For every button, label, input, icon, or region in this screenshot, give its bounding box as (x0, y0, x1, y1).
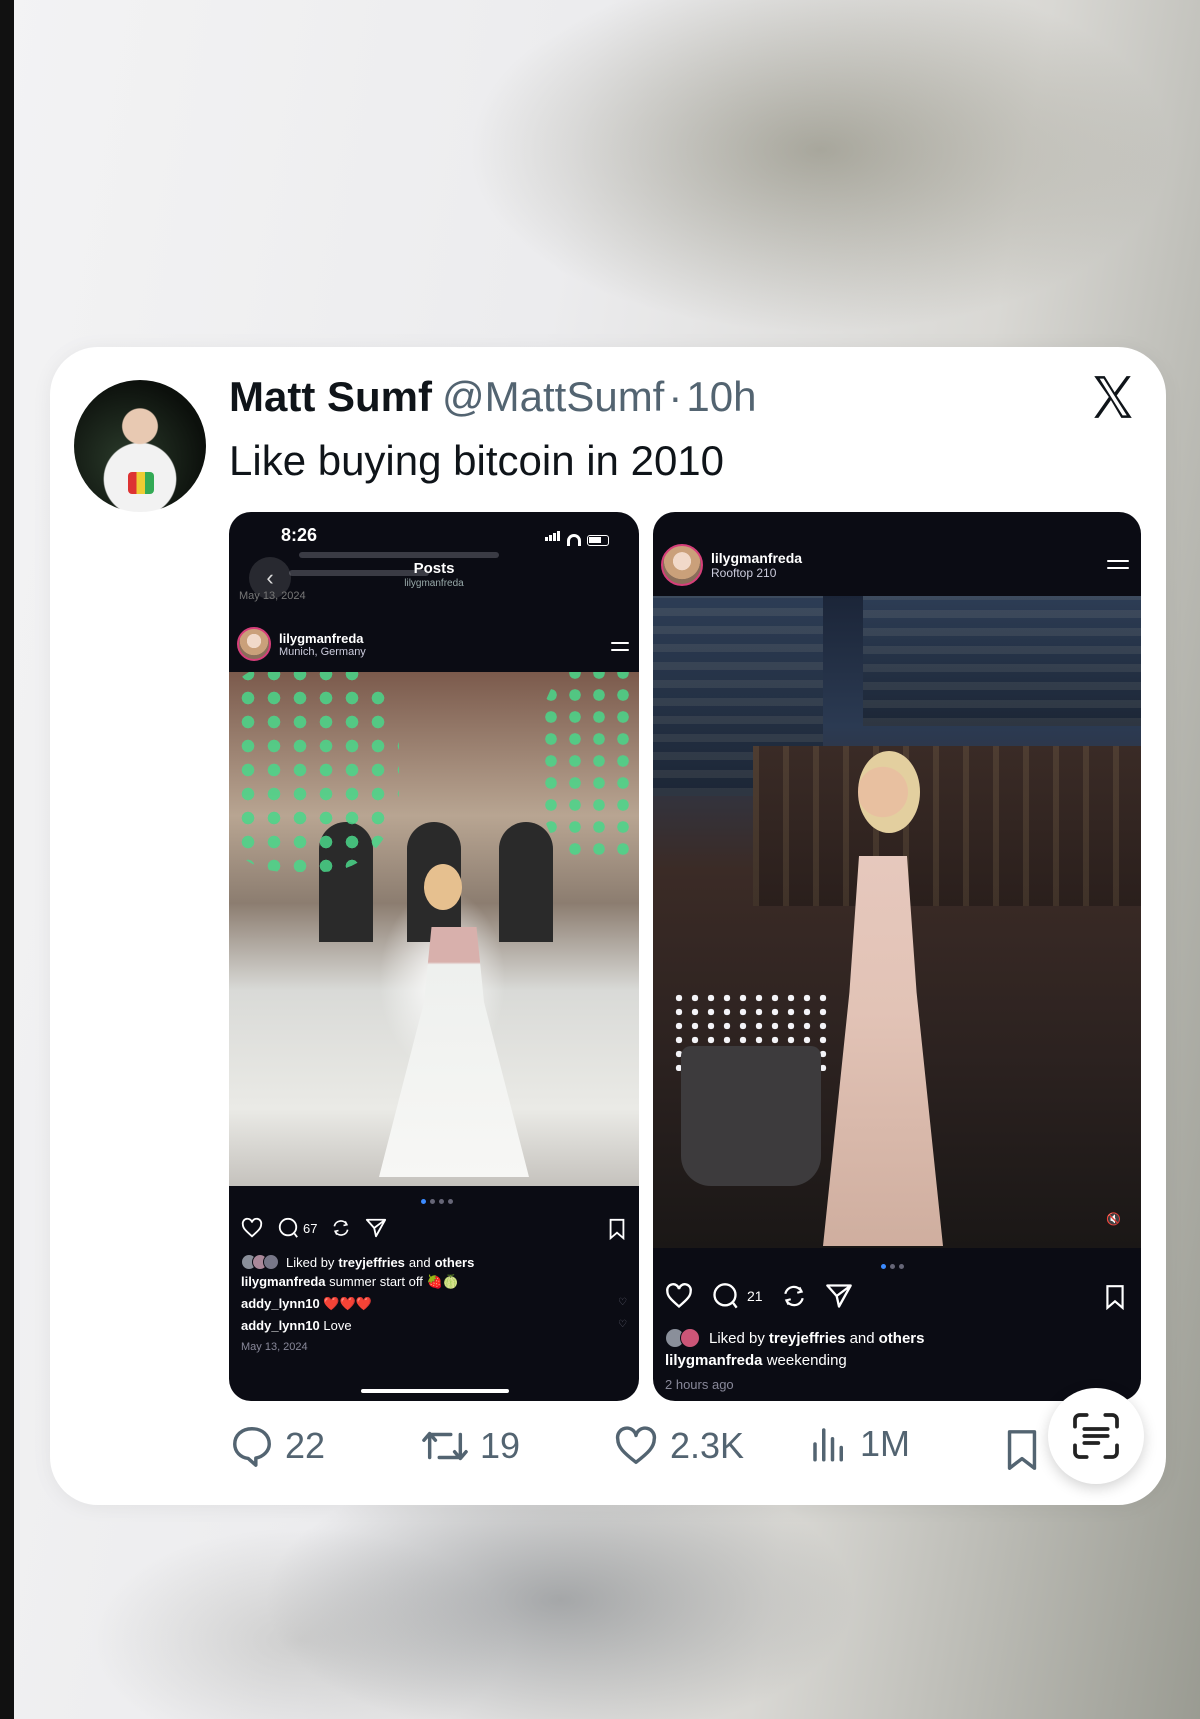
comment-count: 67 (303, 1220, 318, 1236)
heart-icon[interactable] (665, 1282, 693, 1310)
post-header: lilygmanfreda Rooftop 210 (661, 544, 802, 586)
post-photo (229, 672, 639, 1186)
like-count: 2.3K (670, 1425, 745, 1466)
comment-like-icon[interactable]: ♡ (618, 1319, 627, 1330)
faint-date: May 13, 2024 (239, 590, 306, 602)
like-button[interactable]: 2.3K (612, 1423, 744, 1469)
battery-icon (587, 535, 609, 546)
action-row: 67 (241, 1217, 387, 1239)
repost-icon[interactable] (781, 1283, 807, 1309)
carousel-dots (421, 1199, 453, 1204)
post-date: May 13, 2024 (241, 1341, 308, 1353)
scan-text-button[interactable] (1048, 1388, 1144, 1484)
views-icon (813, 1428, 843, 1462)
post-avatar[interactable] (661, 544, 703, 586)
action-row: 21 (665, 1282, 853, 1310)
bookmark-icon[interactable] (607, 1218, 627, 1240)
separator-dot: · (668, 373, 683, 420)
comment-like-icon[interactable]: ♡ (618, 1297, 627, 1308)
post-photo: 🔇 (653, 596, 1141, 1248)
repost-icon[interactable] (331, 1218, 351, 1238)
right-screenshot: lilygmanfreda Rooftop 210 🔇 21 Liked by … (653, 512, 1141, 1401)
reply-icon (233, 1427, 271, 1467)
post-username[interactable]: lilygmanfreda (711, 550, 802, 566)
comment-count: 21 (747, 1288, 763, 1304)
view-count: 1M (860, 1423, 911, 1464)
author-name[interactable]: Matt Sumf (229, 373, 432, 420)
scan-text-icon (1073, 1413, 1119, 1459)
reply-count: 22 (285, 1425, 326, 1466)
posts-title: Posts (413, 560, 455, 577)
repost-count: 19 (480, 1425, 521, 1466)
mute-icon[interactable]: 🔇 (1106, 1212, 1121, 1226)
post-avatar[interactable] (237, 627, 271, 661)
wifi-icon (567, 534, 581, 546)
status-icons (545, 528, 609, 546)
menu-icon[interactable] (611, 642, 629, 656)
like-icon (615, 1426, 657, 1465)
author-avatar[interactable] (74, 380, 206, 512)
tweet-time[interactable]: 10h (686, 373, 756, 420)
comment-icon[interactable] (277, 1217, 299, 1239)
bookmark-icon[interactable] (1000, 1427, 1044, 1473)
comment-2: addy_lynn10 Love (241, 1318, 352, 1333)
tweet-header: Matt Sumf @MattSumf·10h (229, 373, 756, 421)
post-location[interactable]: Munich, Germany (279, 646, 366, 658)
repost-icon (422, 1431, 468, 1461)
share-icon[interactable] (825, 1282, 853, 1310)
post-time: 2 hours ago (665, 1377, 734, 1392)
reply-button[interactable]: 22 (229, 1423, 325, 1469)
repost-button[interactable]: 19 (420, 1423, 520, 1469)
comment-1: addy_lynn10 ❤️❤️❤️ (241, 1296, 372, 1311)
posts-subtitle: lilygmanfreda (404, 578, 464, 589)
tweet-text: Like buying bitcoin in 2010 (229, 437, 725, 484)
left-screenshot: 8:26 ‹ Posts lilygmanfreda May 13, 2024 … (229, 512, 639, 1401)
carousel-dots (881, 1264, 904, 1269)
share-icon[interactable] (365, 1217, 387, 1239)
bookmark-icon[interactable] (1103, 1284, 1127, 1310)
menu-icon[interactable] (1107, 560, 1129, 574)
author-handle[interactable]: @MattSumf (442, 373, 664, 420)
post-caption: lilygmanfreda summer start off 🍓🍈 (241, 1274, 459, 1289)
left-edge-strip (0, 0, 14, 1719)
liked-by: Liked by treyjeffries and others (665, 1328, 924, 1348)
post-location[interactable]: Rooftop 210 (711, 566, 802, 580)
views-button[interactable]: 1M (808, 1423, 910, 1465)
post-header: lilygmanfreda Munich, Germany (237, 627, 366, 661)
post-username[interactable]: lilygmanfreda (279, 631, 366, 646)
heart-icon[interactable] (241, 1217, 263, 1239)
status-time: 8:26 (281, 525, 318, 545)
x-logo-icon (1094, 376, 1132, 418)
liked-by: Liked by treyjeffries and others (241, 1254, 474, 1270)
home-indicator (361, 1389, 509, 1393)
post-caption: lilygmanfreda weekending (665, 1352, 847, 1369)
comment-icon[interactable] (711, 1282, 739, 1310)
